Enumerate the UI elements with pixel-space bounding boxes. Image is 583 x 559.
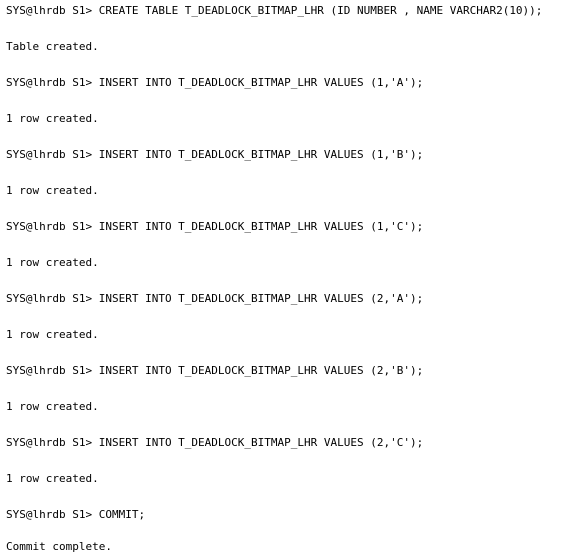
terminal-command-line: SYS@lhrdb S1> CREATE TABLE T_DEADLOCK_BI… [6,4,543,17]
terminal-output-line: Commit complete. [6,540,112,553]
terminal-output-line: 1 row created. [6,400,99,413]
terminal-command-line: SYS@lhrdb S1> INSERT INTO T_DEADLOCK_BIT… [6,364,424,377]
terminal-console[interactable]: SYS@lhrdb S1> CREATE TABLE T_DEADLOCK_BI… [0,0,583,559]
terminal-command-line: SYS@lhrdb S1> INSERT INTO T_DEADLOCK_BIT… [6,76,424,89]
terminal-output-line: 1 row created. [6,472,99,485]
terminal-output-line: Table created. [6,40,99,53]
terminal-command-line: SYS@lhrdb S1> INSERT INTO T_DEADLOCK_BIT… [6,436,424,449]
terminal-output-line: 1 row created. [6,328,99,341]
terminal-command-line: SYS@lhrdb S1> COMMIT; [6,508,146,521]
terminal-output-line: 1 row created. [6,112,99,125]
terminal-command-line: SYS@lhrdb S1> INSERT INTO T_DEADLOCK_BIT… [6,220,424,233]
terminal-command-line: SYS@lhrdb S1> INSERT INTO T_DEADLOCK_BIT… [6,148,424,161]
terminal-command-line: SYS@lhrdb S1> INSERT INTO T_DEADLOCK_BIT… [6,292,424,305]
terminal-output-line: 1 row created. [6,184,99,197]
terminal-output-line: 1 row created. [6,256,99,269]
